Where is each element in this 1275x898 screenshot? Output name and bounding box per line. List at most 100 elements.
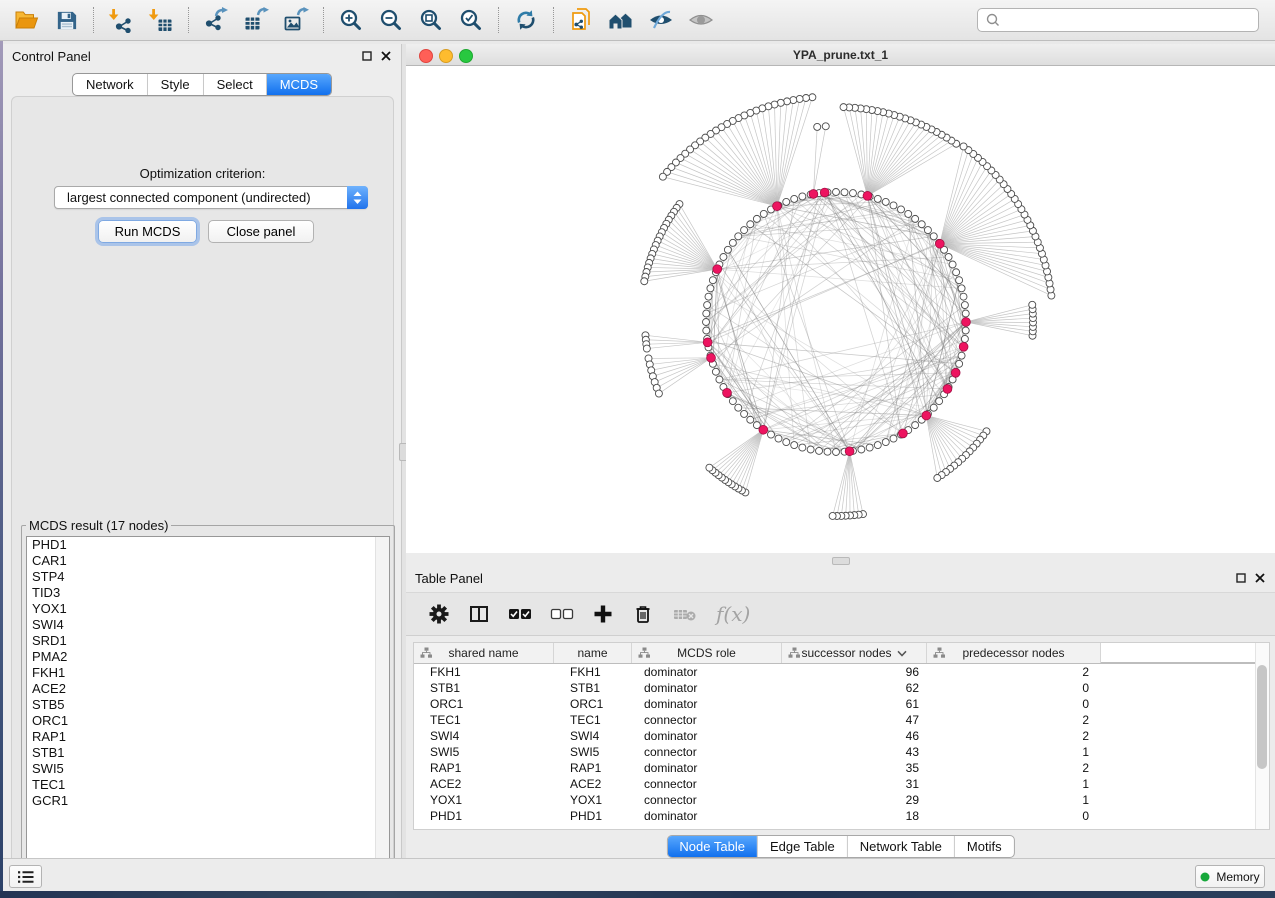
export-image-button[interactable] xyxy=(276,3,316,37)
tab-network-table[interactable]: Network Table xyxy=(847,836,954,857)
mcds-result-item[interactable]: TEC1 xyxy=(27,777,389,793)
mcds-result-item[interactable]: STB5 xyxy=(27,697,389,713)
column-label: MCDS role xyxy=(677,646,736,660)
tab-select[interactable]: Select xyxy=(203,74,266,95)
table-row[interactable]: SWI4SWI4dominator462 xyxy=(414,728,1269,744)
run-mcds-button[interactable]: Run MCDS xyxy=(98,220,197,243)
tab-mcds[interactable]: MCDS xyxy=(266,74,331,95)
float-panel-icon[interactable] xyxy=(362,51,372,61)
mcds-result-item[interactable]: CAR1 xyxy=(27,553,389,569)
select-all-icon[interactable] xyxy=(508,603,532,625)
network-window-titlebar[interactable]: YPA_prune.txt_1 xyxy=(406,44,1275,66)
show-panels-menu-button[interactable] xyxy=(9,865,42,888)
mcds-result-item[interactable]: FKH1 xyxy=(27,665,389,681)
mcds-result-item[interactable]: PMA2 xyxy=(27,649,389,665)
splitter-grip[interactable] xyxy=(832,557,850,565)
export-table-button[interactable] xyxy=(236,3,276,37)
close-panel-icon[interactable] xyxy=(381,51,391,61)
mcds-result-item[interactable]: SWI4 xyxy=(27,617,389,633)
search-field[interactable] xyxy=(977,8,1259,32)
zoom-out-button[interactable] xyxy=(371,3,411,37)
column-header-successor-nodes[interactable]: successor nodes xyxy=(782,643,927,663)
new-network-from-selection-button[interactable] xyxy=(561,3,601,37)
column-header-mcds-role[interactable]: MCDS role xyxy=(632,643,782,663)
show-all-button[interactable] xyxy=(681,3,721,37)
horizontal-splitter[interactable] xyxy=(406,553,1275,566)
mcds-result-title: MCDS result (17 nodes) xyxy=(26,518,171,533)
import-network-button[interactable] xyxy=(101,3,141,37)
mcds-result-item[interactable]: SRD1 xyxy=(27,633,389,649)
zoom-fit-button[interactable] xyxy=(411,3,451,37)
table-row[interactable]: PHD1PHD1dominator180 xyxy=(414,808,1269,824)
search-input[interactable] xyxy=(1004,10,1258,30)
mcds-result-item[interactable]: YOX1 xyxy=(27,601,389,617)
add-icon[interactable] xyxy=(592,603,614,625)
mcds-result-item[interactable]: PHD1 xyxy=(27,537,389,553)
column-header-shared-name[interactable]: shared name xyxy=(414,643,554,663)
table-row[interactable]: SWI5SWI5connector431 xyxy=(414,744,1269,760)
zoom-selected-button[interactable] xyxy=(451,3,491,37)
apply-layout-button[interactable] xyxy=(506,3,546,37)
mcds-result-item[interactable]: RAP1 xyxy=(27,729,389,745)
tab-style[interactable]: Style xyxy=(147,74,203,95)
table-scrollbar[interactable] xyxy=(1255,643,1269,829)
mcds-result-item[interactable]: ORC1 xyxy=(27,713,389,729)
mcds-result-item[interactable]: GCR1 xyxy=(27,793,389,809)
cell-shared-name: YOX1 xyxy=(414,792,554,808)
float-panel-icon[interactable] xyxy=(1236,573,1246,583)
mcds-result-item[interactable]: SWI5 xyxy=(27,761,389,777)
table-row[interactable]: RAP1RAP1dominator352 xyxy=(414,760,1269,776)
cell-mcds-role: dominator xyxy=(632,696,782,712)
cell-name: SWI4 xyxy=(554,728,632,744)
optimization-criterion-select[interactable]: largest connected component (undirected) xyxy=(54,186,368,209)
table-row[interactable]: ORC1ORC1dominator610 xyxy=(414,696,1269,712)
scrollbar-thumb[interactable] xyxy=(1257,665,1267,769)
table-row[interactable]: YOX1YOX1connector291 xyxy=(414,792,1269,808)
zoom-in-button[interactable] xyxy=(331,3,371,37)
status-bar: Memory xyxy=(3,858,1275,891)
close-panel-button[interactable]: Close panel xyxy=(208,220,314,243)
show-eye-icon xyxy=(687,7,715,33)
column-header-predecessor-nodes[interactable]: predecessor nodes xyxy=(927,643,1101,663)
houses-icon xyxy=(607,7,635,33)
close-panel-icon[interactable] xyxy=(1255,573,1265,583)
column-label: predecessor nodes xyxy=(962,646,1064,660)
mcds-result-item[interactable]: STP4 xyxy=(27,569,389,585)
list-scrollbar[interactable] xyxy=(375,537,389,886)
delete-icon[interactable] xyxy=(632,603,654,625)
network-canvas[interactable] xyxy=(406,66,1275,553)
tab-motifs[interactable]: Motifs xyxy=(954,836,1014,857)
table-panel-tabs: Node TableEdge TableNetwork TableMotifs xyxy=(666,835,1014,858)
memory-button[interactable]: Memory xyxy=(1195,865,1265,888)
table-row[interactable]: STB1STB1dominator620 xyxy=(414,680,1269,696)
toggle-panes-icon[interactable] xyxy=(468,603,490,625)
network-graph[interactable] xyxy=(406,66,1275,553)
hide-selected-button[interactable] xyxy=(641,3,681,37)
table-row[interactable]: FKH1FKH1dominator962 xyxy=(414,664,1269,680)
tab-node-table[interactable]: Node Table xyxy=(667,836,757,857)
first-neighbors-button[interactable] xyxy=(601,3,641,37)
save-session-button[interactable] xyxy=(46,3,86,37)
deselect-all-icon[interactable] xyxy=(550,603,574,625)
memory-label: Memory xyxy=(1216,870,1259,884)
import-table-button[interactable] xyxy=(141,3,181,37)
table-panel-title: Table Panel xyxy=(406,571,483,586)
export-network-button[interactable] xyxy=(196,3,236,37)
sort-descending-icon xyxy=(897,650,907,657)
cell-name: FKH1 xyxy=(554,664,632,680)
tab-network[interactable]: Network xyxy=(73,74,147,95)
table-settings-icon[interactable] xyxy=(428,603,450,625)
mcds-result-item[interactable]: STB1 xyxy=(27,745,389,761)
table-row[interactable]: TEC1TEC1connector472 xyxy=(414,712,1269,728)
cell-successor-nodes: 62 xyxy=(782,680,927,696)
open-file-button[interactable] xyxy=(6,3,46,37)
table-row[interactable]: ACE2ACE2connector311 xyxy=(414,776,1269,792)
cell-successor-nodes: 35 xyxy=(782,760,927,776)
node-table[interactable]: shared namename MCDS role successor nodes p… xyxy=(413,642,1270,830)
cell-name: ORC1 xyxy=(554,696,632,712)
tab-edge-table[interactable]: Edge Table xyxy=(757,836,847,857)
column-header-name[interactable]: name xyxy=(554,643,632,663)
mcds-result-item[interactable]: TID3 xyxy=(27,585,389,601)
mcds-result-item[interactable]: ACE2 xyxy=(27,681,389,697)
mcds-result-list[interactable]: PHD1CAR1STP4TID3YOX1SWI4SRD1PMA2FKH1ACE2… xyxy=(26,536,390,887)
